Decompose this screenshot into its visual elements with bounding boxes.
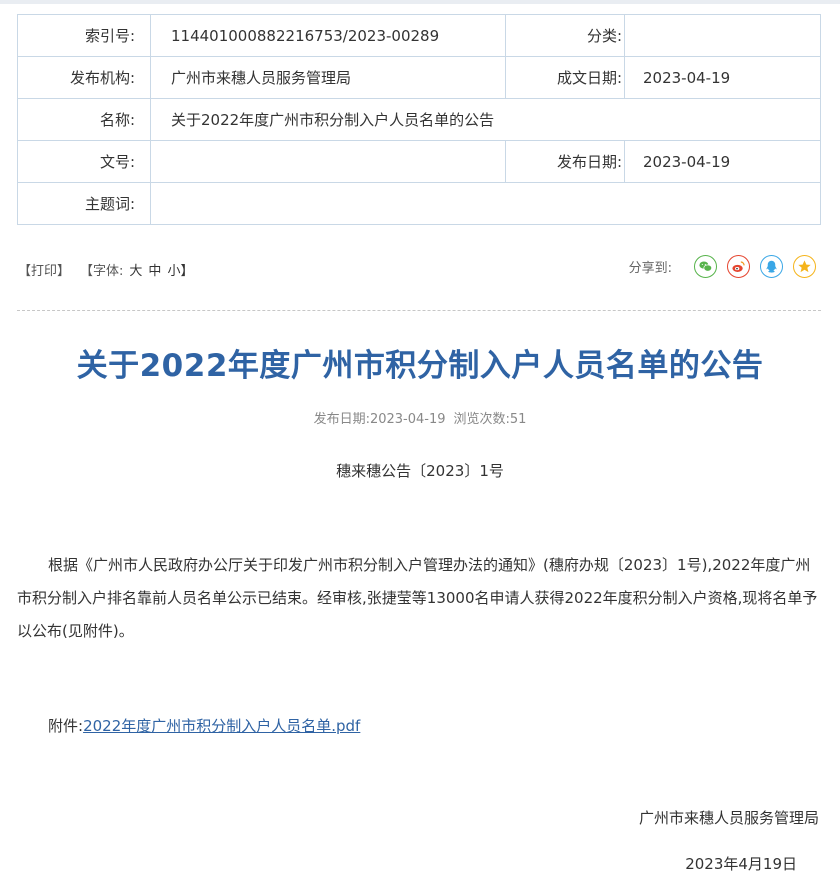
qq-icon[interactable] <box>760 255 783 278</box>
publish-info: 发布日期:2023-04-19 浏览次数:51 <box>0 408 840 427</box>
metadata-row: 索引号: 114401000882216753/2023-00289 分类: <box>17 14 821 57</box>
share-label: 分享到: <box>628 261 672 276</box>
publish-date: 发布日期:2023-04-19 <box>313 412 446 427</box>
metadata-table: 索引号: 114401000882216753/2023-00289 分类: 发… <box>17 14 821 225</box>
print-button[interactable]: 【打印】 <box>18 260 70 279</box>
org-value: 广州市来穗人员服务管理局 <box>150 56 506 99</box>
metadata-row: 名称: 关于2022年度广州市积分制入户人员名单的公告 <box>17 98 821 141</box>
category-value <box>624 14 821 57</box>
pub-date-value: 2023-04-19 <box>624 140 821 183</box>
font-large-button[interactable]: 大 <box>129 260 142 279</box>
divider <box>17 310 821 311</box>
article-body: 根据《广州市人民政府办公厅关于印发广州市积分制入户管理办法的通知》(穗府办规〔2… <box>17 556 818 640</box>
signature: 广州市来穗人员服务管理局 <box>638 809 819 827</box>
article-tools: 【打印】 【字体: 大中小】 <box>18 260 193 279</box>
attachment-label: 附件: <box>48 717 84 735</box>
attachment: 附件:2022年度广州市积分制入户人员名单.pdf <box>48 715 360 736</box>
sign-date: 2023年4月19日 <box>685 855 797 873</box>
category-label: 分类: <box>505 14 625 57</box>
docnum-label: 文号: <box>17 140 151 183</box>
keywords-value <box>150 182 821 225</box>
written-date-label: 成文日期: <box>505 56 625 99</box>
qzone-icon[interactable] <box>793 255 816 278</box>
docnum-value <box>150 140 506 183</box>
metadata-row: 发布机构: 广州市来穗人员服务管理局 成文日期: 2023-04-19 <box>17 56 821 99</box>
name-value: 关于2022年度广州市积分制入户人员名单的公告 <box>150 98 821 141</box>
attachment-link[interactable]: 2022年度广州市积分制入户人员名单.pdf <box>83 717 360 735</box>
org-label: 发布机构: <box>17 56 151 99</box>
font-medium-button[interactable]: 中 <box>148 260 161 279</box>
font-small-button[interactable]: 小】 <box>167 260 193 279</box>
share-bar: 分享到: <box>629 255 816 278</box>
view-count: 浏览次数:51 <box>453 412 527 427</box>
index-value: 114401000882216753/2023-00289 <box>150 14 506 57</box>
written-date-value: 2023-04-19 <box>624 56 821 99</box>
pub-date-label: 发布日期: <box>505 140 625 183</box>
metadata-row: 主题词: <box>17 182 821 225</box>
keywords-label: 主题词: <box>17 182 151 225</box>
document-number: 穗来穗公告〔2023〕1号 <box>336 462 504 480</box>
name-label: 名称: <box>17 98 151 141</box>
wechat-icon[interactable] <box>694 255 717 278</box>
article-title: 关于2022年度广州市积分制入户人员名单的公告 <box>76 348 764 384</box>
top-bar <box>0 0 840 4</box>
weibo-icon[interactable] <box>727 255 750 278</box>
font-size-label: 【字体: <box>80 264 124 279</box>
index-label: 索引号: <box>17 14 151 57</box>
metadata-row: 文号: 发布日期: 2023-04-19 <box>17 140 821 183</box>
